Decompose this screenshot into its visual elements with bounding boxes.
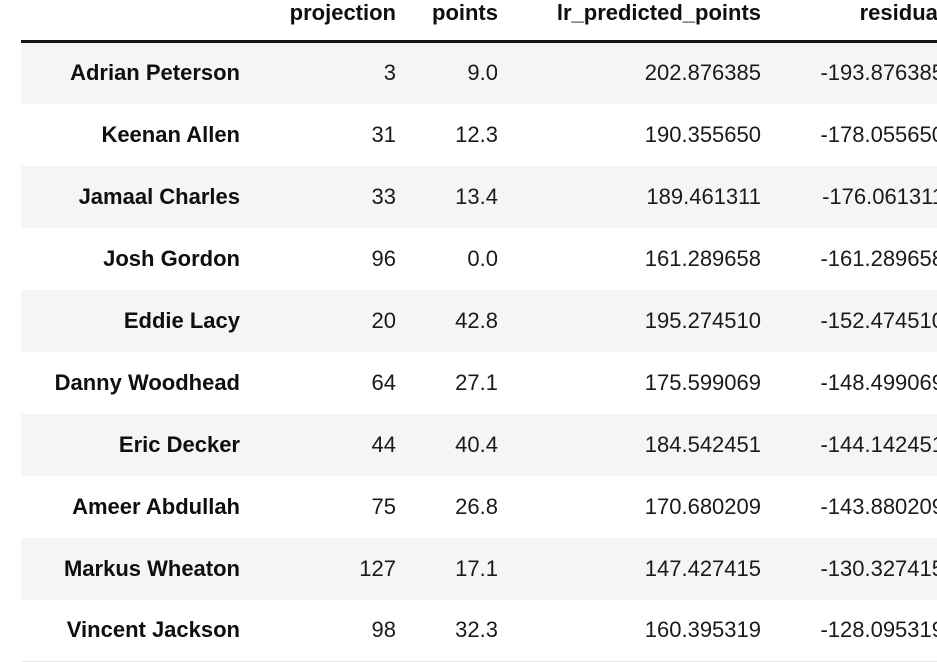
cell-residual: -128.095319 (770, 599, 937, 662)
column-header-lr-predicted-points: lr_predicted_points (507, 0, 770, 43)
cell-lr-predicted-points: 202.876385 (507, 41, 770, 104)
row-index-label: Josh Gordon (21, 227, 249, 290)
cell-lr-predicted-points: 147.427415 (507, 537, 770, 600)
table-body: Adrian Peterson 3 9.0 202.876385 -193.876385… (21, 41, 937, 662)
cell-residual: -193.876385 (770, 41, 937, 104)
cell-projection: 75 (249, 475, 405, 538)
cell-projection: 33 (249, 165, 405, 228)
cell-points: 0.0 (405, 227, 507, 290)
row-index-label: Adrian Peterson (21, 41, 249, 104)
cell-points: 42.8 (405, 289, 507, 352)
cell-points: 13.4 (405, 165, 507, 228)
cell-points: 9.0 (405, 41, 507, 104)
cell-residual: -161.289658 (770, 227, 937, 290)
row-index-label: Ameer Abdullah (21, 475, 249, 538)
table-header-row: projection points lr_predicted_points re… (21, 0, 937, 43)
cell-residual: -143.880209 (770, 475, 937, 538)
row-index-label: Danny Woodhead (21, 351, 249, 414)
cell-projection: 127 (249, 537, 405, 600)
row-index-label: Jamaal Charles (21, 165, 249, 228)
cell-lr-predicted-points: 195.274510 (507, 289, 770, 352)
cell-points: 17.1 (405, 537, 507, 600)
cell-points: 26.8 (405, 475, 507, 538)
cell-projection: 20 (249, 289, 405, 352)
table-row: Eric Decker 44 40.4 184.542451 -144.142451 (21, 413, 937, 476)
dataframe-table: projection points lr_predicted_points re… (21, 0, 937, 662)
table-row: Josh Gordon 96 0.0 161.289658 -161.289658 (21, 227, 937, 290)
cell-lr-predicted-points: 170.680209 (507, 475, 770, 538)
column-header-points: points (405, 0, 507, 43)
table-row: Ameer Abdullah 75 26.8 170.680209 -143.88020… (21, 475, 937, 538)
cell-lr-predicted-points: 189.461311 (507, 165, 770, 228)
table-row: Eddie Lacy 20 42.8 195.274510 -152.474510 (21, 289, 937, 352)
cell-lr-predicted-points: 161.289658 (507, 227, 770, 290)
cell-projection: 98 (249, 599, 405, 662)
row-index-label: Vincent Jackson (21, 599, 249, 662)
column-header-projection: projection (249, 0, 405, 43)
table-row: Keenan Allen 31 12.3 190.355650 -178.055650 (21, 103, 937, 166)
cell-points: 40.4 (405, 413, 507, 476)
cell-lr-predicted-points: 190.355650 (507, 103, 770, 166)
table-row: Markus Wheaton 127 17.1 147.427415 -130.3274… (21, 537, 937, 600)
cell-residual: -176.061311 (770, 165, 937, 228)
cell-residual: -130.327415 (770, 537, 937, 600)
cell-projection: 3 (249, 41, 405, 104)
table-header: projection points lr_predicted_points re… (21, 0, 937, 43)
cell-residual: -148.499069 (770, 351, 937, 414)
cell-projection: 96 (249, 227, 405, 290)
cell-lr-predicted-points: 184.542451 (507, 413, 770, 476)
cell-projection: 31 (249, 103, 405, 166)
column-header-residual: residual (770, 0, 937, 43)
row-index-label: Keenan Allen (21, 103, 249, 166)
cell-projection: 64 (249, 351, 405, 414)
cell-points: 27.1 (405, 351, 507, 414)
row-index-label: Eddie Lacy (21, 289, 249, 352)
cell-residual: -178.055650 (770, 103, 937, 166)
row-index-label: Markus Wheaton (21, 537, 249, 600)
table-row: Danny Woodhead 64 27.1 175.599069 -148.49906… (21, 351, 937, 414)
column-header-index (21, 0, 249, 43)
cell-lr-predicted-points: 160.395319 (507, 599, 770, 662)
table-row: Vincent Jackson 98 32.3 160.395319 -128.0953… (21, 599, 937, 662)
cell-lr-predicted-points: 175.599069 (507, 351, 770, 414)
table-row: Adrian Peterson 3 9.0 202.876385 -193.876385 (21, 41, 937, 104)
table-row: Jamaal Charles 33 13.4 189.461311 -176.06131… (21, 165, 937, 228)
cell-residual: -152.474510 (770, 289, 937, 352)
cell-residual: -144.142451 (770, 413, 937, 476)
row-index-label: Eric Decker (21, 413, 249, 476)
dataframe-container: projection points lr_predicted_points re… (21, 0, 937, 662)
cell-points: 32.3 (405, 599, 507, 662)
cell-projection: 44 (249, 413, 405, 476)
cell-points: 12.3 (405, 103, 507, 166)
